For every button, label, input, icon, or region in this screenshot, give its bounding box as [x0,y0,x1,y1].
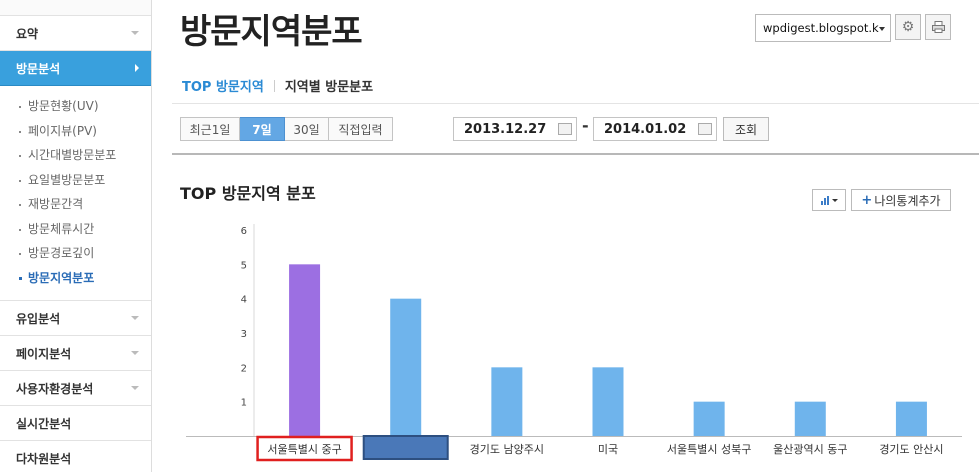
sidebar-section-page[interactable]: 페이지분석 [0,336,151,371]
bar[interactable] [390,298,422,436]
x-axis: 서울특별시 중구 경기도 남양주시 미국 서울특별시 성북구 울산광역시 동구 경기도 안… [186,435,962,462]
calendar-icon[interactable] [558,123,572,135]
tab-region-distribution[interactable]: 지역별 방문분포 [285,76,373,95]
y-axis: 1 2 3 4 5 6 [241,224,255,436]
period-30day-button[interactable]: 30일 [285,117,329,141]
app-root: 요약 방문분석 방문현황(UV) 페이지뷰(PV) 시간대별방문분포 요일별방문… [0,0,979,472]
caret-down-icon [879,27,885,31]
printer-icon [931,21,945,33]
sidebar-section-realtime[interactable]: 실시간분석 [0,406,151,441]
sidebar-top-strip [0,0,151,16]
bar[interactable] [895,401,927,436]
y-tick-label: 1 [241,398,247,409]
date-to-value: 2014.01.02 [604,122,687,137]
x-tick-label: 서울특별시 중구 [267,443,341,456]
tab-divider [273,79,275,92]
sidebar-section-label: 유입분석 [16,311,61,326]
x-tick-label: 경기도 안산시 [879,443,943,456]
settings-button[interactable]: ⚙ [895,14,921,40]
y-tick-label: 6 [241,226,247,237]
chevron-down-icon [131,351,139,355]
sidebar-section-label: 요약 [16,26,39,41]
chevron-down-icon [131,31,139,35]
bar[interactable] [693,401,725,436]
y-tick-label: 5 [241,260,247,271]
main-content: 방문지역분포 wpdigest.blogspot.k ⚙ TOP 방문지역 지역… [172,0,979,472]
bar[interactable] [289,264,321,436]
sidebar-item-revisit[interactable]: 재방문간격 [0,192,151,217]
y-tick-label: 3 [241,329,247,340]
bars [289,264,927,436]
bar[interactable] [794,401,826,436]
chevron-right-icon [135,64,139,72]
plus-icon: + [861,192,873,208]
y-tick-label: 2 [241,363,247,374]
y-tick-label: 4 [241,295,247,306]
bar-chart-icon [820,195,829,205]
chevron-down-icon [131,386,139,390]
region-bar-chart: 1 2 3 4 5 6 서울특별시 중구 경기도 남양주시 미국 서울특별시 성북구 울산광역시 … [186,224,962,462]
date-to-field[interactable]: 2014.01.02 [593,117,717,141]
site-select-value: wpdigest.blogspot.k [763,21,879,35]
period-custom-button[interactable]: 직접입력 [329,117,393,141]
sidebar-section-visit-analysis[interactable]: 방문분석 [0,51,151,86]
tabs-divider [172,103,979,104]
sidebar-item-depth[interactable]: 방문경로깊이 [0,241,151,266]
sidebar-item-hourly[interactable]: 시간대별방문분포 [0,143,151,168]
gear-icon: ⚙ [901,19,915,35]
x-tick-label: 미국 [598,443,618,456]
site-select[interactable]: wpdigest.blogspot.k [755,14,891,42]
date-range-dash: - [582,116,589,135]
chart-type-button[interactable] [812,189,846,211]
x-tick-label: 울산광역시 동구 [773,443,847,456]
period-buttons: 최근1일 7일 30일 직접입력 [180,117,393,141]
tab-top-region[interactable]: TOP 방문지역 [182,76,264,95]
sidebar-section-label: 페이지분석 [16,346,72,361]
sidebar-section-label: 실시간분석 [16,416,72,431]
sidebar-section-label: 사용자환경분석 [16,381,94,396]
print-button[interactable] [925,14,951,40]
date-from-value: 2013.12.27 [464,122,547,137]
sidebar-section-inflow[interactable]: 유입분석 [0,301,151,336]
bar[interactable] [491,367,523,436]
sidebar-item-weekday[interactable]: 요일별방문분포 [0,168,151,193]
add-my-stats-button[interactable]: + 나의통계추가 [851,189,951,211]
sidebar-submenu: 방문현황(UV) 페이지뷰(PV) 시간대별방문분포 요일별방문분포 재방문간격… [0,86,151,301]
sidebar-item-pv[interactable]: 페이지뷰(PV) [0,119,151,144]
sidebar-section-summary[interactable]: 요약 [0,16,151,51]
sidebar-section-label: 다차원분석 [16,451,72,466]
calendar-icon[interactable] [698,123,712,135]
redacted-label-box [362,435,449,460]
period-1day-button[interactable]: 최근1일 [180,117,240,141]
sidebar: 요약 방문분석 방문현황(UV) 페이지뷰(PV) 시간대별방문분포 요일별방문… [0,0,152,472]
sidebar-item-duration[interactable]: 방문체류시간 [0,217,151,242]
chevron-down-icon [131,316,139,320]
add-my-stats-label: 나의통계추가 [874,193,941,208]
sidebar-item-uv[interactable]: 방문현황(UV) [0,94,151,119]
x-tick-label: 서울특별시 성북구 [667,443,751,456]
search-button[interactable]: 조회 [723,117,769,141]
x-tick-label: 경기도 남양주시 [470,443,544,456]
bar[interactable] [592,367,624,436]
report-tabs: TOP 방문지역 지역별 방문분포 [182,76,373,95]
period-7day-button[interactable]: 7일 [240,117,285,141]
sidebar-section-user-env[interactable]: 사용자환경분석 [0,371,151,406]
chart-title: TOP 방문지역 분포 [180,184,316,203]
sidebar-section-label: 방문분석 [16,61,61,76]
filter-divider [172,153,979,155]
page-title: 방문지역분포 [180,12,363,52]
sidebar-item-region[interactable]: 방문지역분포 [0,266,151,291]
sidebar-section-multidim[interactable]: 다차원분석 [0,441,151,472]
date-from-field[interactable]: 2013.12.27 [453,117,577,141]
caret-down-icon [831,198,838,202]
